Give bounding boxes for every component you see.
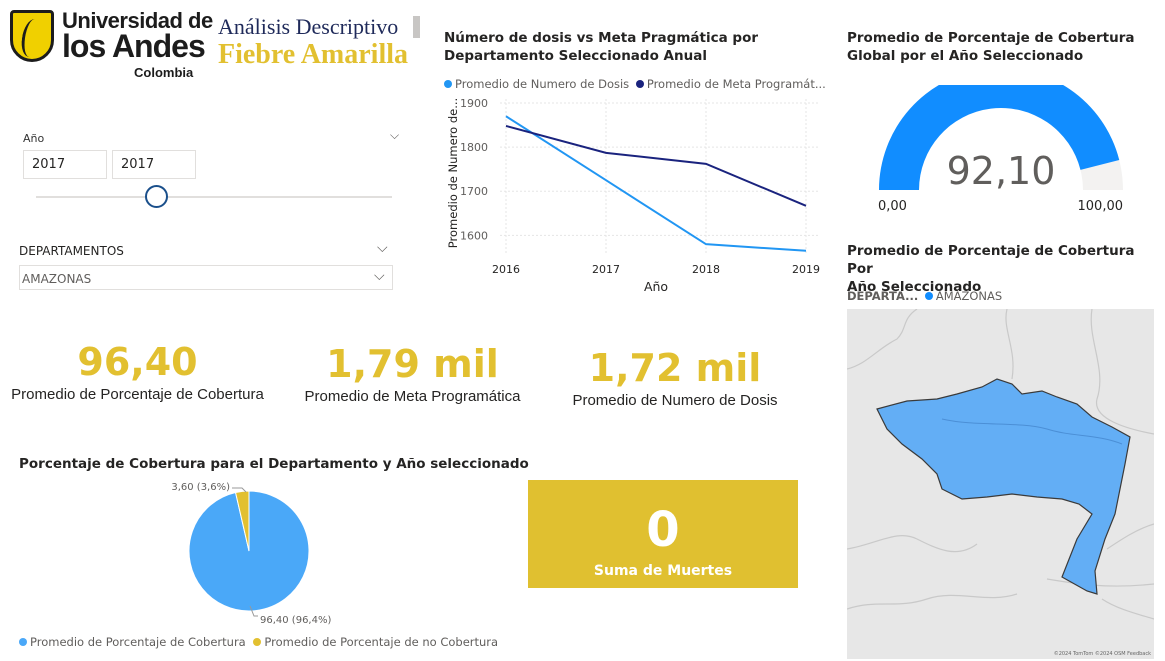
pie-chart-title: Porcentaje de Cobertura para el Departam… [19, 456, 529, 472]
line-chart-title-line2: Departamento Seleccionado Anual [444, 48, 707, 64]
line-series-dosis[interactable] [505, 115, 807, 252]
map-title: Promedio de Porcentaje de Cobertura Por … [847, 242, 1157, 296]
kpi-dosis: 1,72 mil Promedio de Numero de Dosis [560, 346, 790, 409]
gauge-title-line2: Global por el Año Seleccionado [847, 48, 1084, 64]
pie-label-small: 3,60 (3,6%) [171, 482, 230, 493]
year-slider-track[interactable] [36, 196, 392, 198]
shield-icon [10, 10, 54, 62]
year-to-input[interactable]: 2017 [112, 150, 196, 179]
line-chart-xlabel: Año [644, 279, 668, 294]
line-chart-ylabel: Promedio de Numero de... [446, 98, 460, 248]
university-logo: Universidad de los Andes Colombia [10, 8, 213, 82]
kpi-meta-value: 1,79 mil [326, 342, 499, 386]
report-title: Análisis Descriptivo [218, 14, 399, 39]
line-chart-ytick: 1900 [460, 97, 488, 110]
map-title-line1: Promedio de Porcentaje de Cobertura Por [847, 243, 1135, 277]
logo-line3: Colombia [134, 65, 194, 80]
kpi-meta: 1,79 mil Promedio de Meta Programática [295, 342, 530, 405]
line-chart-svg: 1600 1700 1800 1900 2016 2017 2018 2019 Promed… [446, 97, 820, 294]
map-legend: DEPARTA... AMAZONAS [847, 289, 1002, 303]
year-slicer-label: Año [23, 132, 45, 145]
year-from-input[interactable]: 2017 [23, 150, 107, 179]
dept-dropdown[interactable]: AMAZONAS [19, 265, 393, 290]
pie-chart-legend: Promedio de Porcentaje de Cobertura Prom… [19, 635, 498, 649]
dept-slicer-label: DEPARTAMENTOS [19, 244, 124, 258]
line-chart-xtick: 2019 [792, 263, 820, 276]
kpi-cobertura-value: 96,40 [77, 340, 198, 384]
map-legend-item[interactable]: AMAZONAS [924, 289, 1002, 303]
logo-line2: los Andes [62, 28, 206, 64]
line-chart-xtick: 2017 [592, 263, 620, 276]
gauge-value: 92,10 [947, 149, 1056, 193]
deaths-value: 0 [646, 502, 680, 558]
chevron-down-icon[interactable]: ⌵ [377, 240, 388, 256]
line-chart-xtick: 2018 [692, 263, 720, 276]
line-chart-title-line1: Número de dosis vs Meta Pragmática por [444, 30, 759, 46]
kpi-dosis-value: 1,72 mil [588, 346, 762, 390]
legend-item-cobertura[interactable]: Promedio de Porcentaje de Cobertura [19, 635, 246, 649]
legend-item-dosis[interactable]: Promedio de Numero de Dosis [444, 77, 629, 91]
pie-label-large: 96,40 (96,4%) [260, 615, 331, 626]
gauge-max: 100,00 [1078, 199, 1124, 214]
dept-selected-value: AMAZONAS [22, 272, 92, 286]
map-svg[interactable]: ©2024 TomTom ©2024 OSM Feedback [847, 309, 1154, 659]
deaths-label: Suma de Muertes [593, 563, 733, 579]
pie-chart-svg: 3,60 (3,6%) 96,40 (96,4%) [171, 482, 331, 626]
gauge-min: 0,00 [878, 199, 907, 214]
gauge-svg: 92,10 0,00 100,00 [878, 85, 1124, 214]
line-chart-legend: Promedio de Numero de Dosis Promedio de … [444, 77, 826, 91]
line-chart-ytick: 1800 [460, 141, 488, 154]
report-subtitle: Fiebre Amarilla [218, 39, 408, 70]
chevron-down-icon[interactable]: ⌵ [374, 268, 385, 284]
line-chart-ytick: 1700 [460, 185, 488, 198]
deaths-card: 0 Suma de Muertes [528, 480, 798, 588]
kpi-dosis-label: Promedio de Numero de Dosis [572, 392, 778, 409]
line-chart-ytick: 1600 [460, 229, 488, 242]
gauge-title: Promedio de Porcentaje de Cobertura Glob… [847, 29, 1147, 65]
map-attribution: ©2024 TomTom ©2024 OSM Feedback [1054, 650, 1151, 657]
title-divider [413, 16, 420, 38]
line-chart-title: Número de dosis vs Meta Pragmática por D… [444, 29, 824, 65]
line-chart-xtick: 2016 [492, 263, 520, 276]
kpi-cobertura-label: Promedio de Porcentaje de Cobertura [11, 386, 264, 403]
legend-item-no-cobertura[interactable]: Promedio de Porcentaje de no Cobertura [253, 635, 498, 649]
legend-item-meta[interactable]: Promedio de Meta Programát... [635, 77, 826, 91]
map-legend-field: DEPARTA... [847, 289, 919, 303]
year-slider-handle[interactable] [145, 185, 168, 208]
line-series-meta[interactable] [505, 124, 807, 207]
kpi-cobertura: 96,40 Promedio de Porcentaje de Cobertur… [10, 340, 265, 403]
kpi-meta-label: Promedio de Meta Programática [304, 388, 521, 405]
chevron-down-icon[interactable]: ⌵ [390, 128, 399, 143]
gauge-title-line1: Promedio de Porcentaje de Cobertura [847, 30, 1135, 46]
